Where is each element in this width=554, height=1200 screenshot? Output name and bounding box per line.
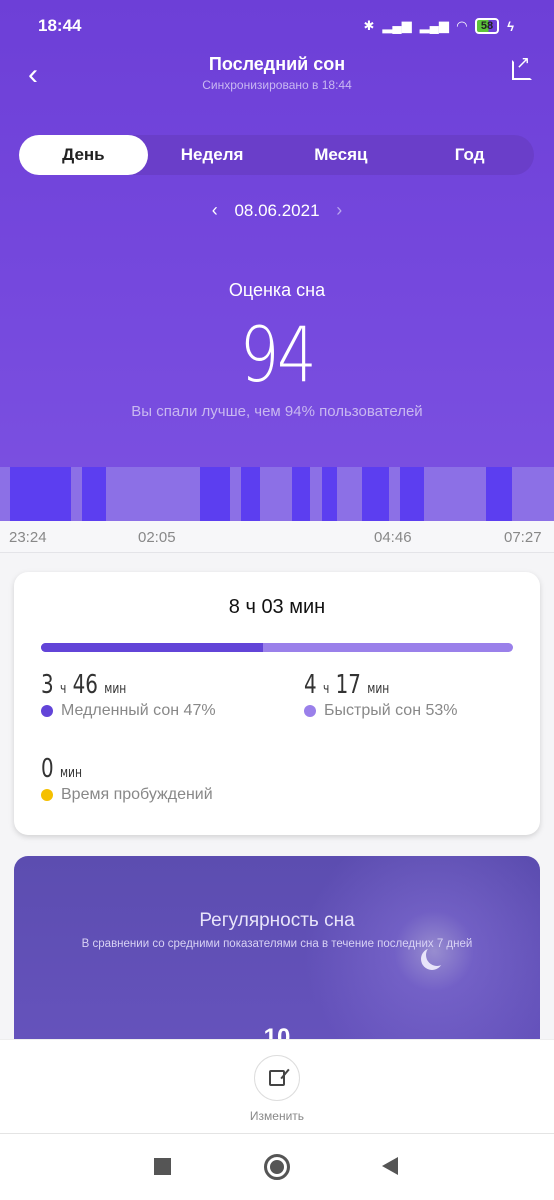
edit-button[interactable]: [254, 1055, 300, 1101]
moon-icon: [426, 944, 448, 966]
deep-sleep-segment: [200, 467, 230, 521]
time-label: 04:46: [374, 529, 412, 546]
light-sleep-dot: [304, 705, 316, 717]
tab-year[interactable]: Год: [405, 135, 534, 175]
deep-sleep-dot: [41, 705, 53, 717]
time-label: 23:24: [9, 529, 47, 546]
light-sleep-stat: 4 ч 17 мин Быстрый сон 53%: [304, 670, 458, 719]
edit-label: Изменить: [249, 1109, 305, 1123]
top-bar: ‹ Последний сон Синхронизировано в 18:44: [0, 50, 554, 100]
charging-icon: ϟ: [507, 18, 514, 34]
deep-sleep-segment: [10, 467, 71, 521]
tab-day[interactable]: День: [19, 135, 148, 175]
deep-sleep-fill: [41, 643, 263, 652]
back-button[interactable]: [382, 1157, 398, 1175]
tab-month[interactable]: Месяц: [277, 135, 406, 175]
sleep-summary-card[interactable]: 8 ч 03 мин 3 ч 46 мин Медленный сон 47% …: [14, 572, 540, 835]
home-button[interactable]: [264, 1154, 290, 1180]
deep-sleep-stat: 3 ч 46 мин Медленный сон 47%: [41, 670, 216, 719]
share-icon[interactable]: [512, 53, 532, 80]
time-label: 02:05: [138, 529, 176, 546]
deep-sleep-segment: [486, 467, 512, 521]
recents-button[interactable]: [154, 1158, 171, 1175]
sleep-stage-timeline: [0, 467, 554, 521]
sleep-score: 94: [239, 310, 317, 399]
total-sleep: 8 ч 03 мин: [228, 596, 326, 618]
system-nav-bar: [0, 1134, 554, 1200]
page-title: Последний сон: [208, 54, 346, 74]
bluetooth-icon: ✱: [363, 18, 375, 33]
bottom-action-bar: Изменить: [0, 1039, 554, 1134]
sync-status: Синхронизировано в 18:44: [202, 78, 352, 92]
chevron-left-icon[interactable]: ‹: [200, 200, 230, 221]
sleep-ratio-bar: [41, 643, 513, 652]
regularity-subtitle: В сравнении со средними показателями сна…: [81, 938, 473, 950]
hero-section: 18:44 ✱ ▂▄▆ ▂▄▆ ◠ 58 ϟ ‹ Последний сон С…: [0, 0, 554, 467]
signal-icon: ▂▄▆: [419, 18, 449, 33]
score-label: Оценка сна: [228, 280, 326, 300]
timeline-labels: 23:24 02:05 04:46 07:27: [0, 521, 554, 553]
awake-dot: [41, 789, 53, 801]
back-icon[interactable]: ‹: [28, 58, 38, 92]
awake-stat: 0 мин Время пробуждений: [41, 754, 213, 803]
signal-icon: ▂▄▆: [382, 18, 412, 33]
deep-sleep-segment: [82, 467, 106, 521]
edit-icon: [269, 1070, 285, 1086]
deep-sleep-segment: [362, 467, 389, 521]
time-label: 07:27: [504, 529, 542, 546]
sleep-regularity-card[interactable]: Регулярность сна В сравнении со средними…: [14, 856, 540, 1056]
status-bar: 18:44 ✱ ▂▄▆ ▂▄▆ ◠ 58 ϟ: [38, 14, 514, 38]
period-tabs: День Неделя Месяц Год: [19, 135, 534, 175]
current-date: 08.06.2021: [234, 201, 320, 220]
score-comparison: Вы спали лучше, чем 94% пользователей: [131, 403, 423, 420]
wifi-icon: ◠: [456, 18, 467, 33]
deep-sleep-segment: [400, 467, 424, 521]
date-selector: ‹ 08.06.2021 ›: [0, 200, 554, 221]
tab-week[interactable]: Неделя: [148, 135, 277, 175]
chevron-right-icon[interactable]: ›: [324, 200, 354, 221]
regularity-title: Регулярность сна: [199, 910, 355, 931]
deep-sleep-segment: [292, 467, 310, 521]
status-time: 18:44: [38, 16, 82, 35]
battery-icon: 58: [474, 18, 500, 34]
deep-sleep-segment: [241, 467, 260, 521]
deep-sleep-segment: [322, 467, 337, 521]
